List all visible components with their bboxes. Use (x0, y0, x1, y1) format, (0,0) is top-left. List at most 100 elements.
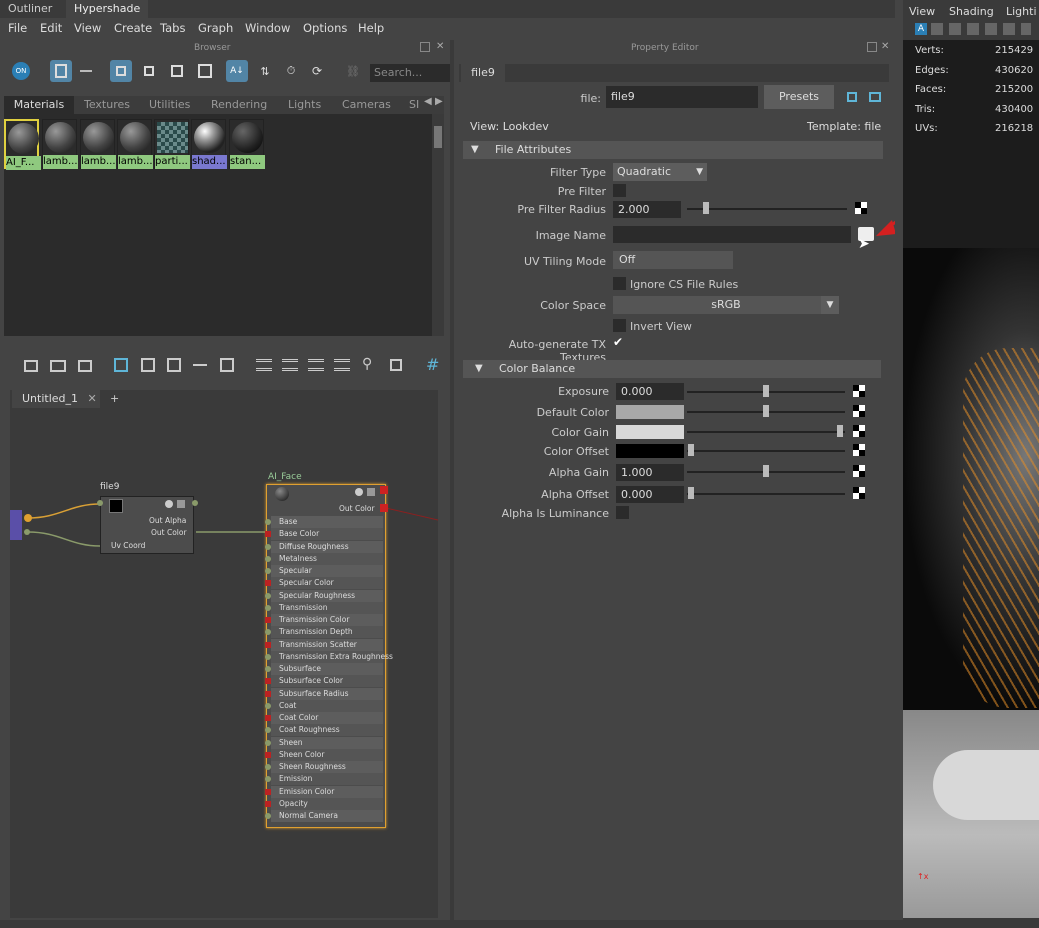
ai-attribute-row[interactable]: Subsurface Color (265, 675, 383, 688)
tab-outliner[interactable]: Outliner (0, 0, 60, 18)
menu-help[interactable]: Help (358, 18, 384, 38)
place2d-out-port[interactable] (24, 514, 32, 522)
attribute-port[interactable] (265, 813, 271, 819)
ai-list-icon[interactable] (367, 488, 375, 496)
copy-tab-icon[interactable] (869, 92, 881, 102)
map-texture-icon[interactable] (853, 465, 865, 477)
attribute-port[interactable] (265, 604, 271, 611)
graph-remove-icon[interactable] (167, 358, 181, 372)
tab-si[interactable]: SI (409, 96, 419, 114)
panel-divider[interactable] (450, 40, 454, 920)
viewport-render[interactable] (903, 248, 1039, 710)
pe-tab-file9[interactable]: file9 (461, 64, 505, 82)
tab-cameras[interactable]: Cameras (342, 96, 391, 114)
menu-create[interactable]: Create (114, 18, 152, 38)
close-icon[interactable]: ✕ (436, 41, 444, 52)
ai-attribute-row[interactable]: Sheen Color (265, 748, 383, 761)
tab-utilities[interactable]: Utilities (149, 96, 190, 114)
viewport-toolbar-a-icon[interactable]: A (915, 23, 927, 35)
ai-attribute-row[interactable]: Coat (265, 699, 383, 712)
file-name-field[interactable]: file9 (606, 86, 758, 108)
tab-materials[interactable]: Materials (4, 96, 74, 114)
exposure-handle[interactable] (763, 385, 769, 397)
swatch-view-icon[interactable] (50, 60, 72, 82)
image-name-field[interactable] (613, 226, 851, 243)
filter-type-dropdown[interactable]: Quadratic ▼ (613, 163, 707, 181)
map-texture-icon[interactable] (853, 385, 865, 397)
ai-attribute-row[interactable]: Coat Color (265, 712, 383, 724)
pre-filter-radius-handle[interactable] (703, 202, 709, 214)
attribute-port[interactable] (265, 727, 271, 734)
map-texture-icon[interactable] (853, 425, 865, 437)
close-tab-icon[interactable]: ✕ (88, 392, 97, 405)
menu-tabs[interactable]: Tabs (160, 18, 185, 38)
pre-filter-checkbox[interactable] (613, 184, 626, 197)
attribute-port[interactable] (265, 519, 271, 525)
color-offset-handle[interactable] (688, 444, 694, 456)
close-icon[interactable]: ✕ (881, 41, 889, 52)
menu-window[interactable]: Window (245, 18, 290, 38)
attribute-port[interactable] (265, 751, 271, 758)
invert-view-checkbox[interactable] (613, 319, 626, 332)
ai-attribute-row[interactable]: Transmission Scatter (265, 638, 383, 651)
tab-left-arrow-icon[interactable]: ◀ (424, 96, 432, 107)
file-node[interactable]: Out Alpha Out Color Uv Coord (100, 496, 194, 554)
ai-attribute-row[interactable]: Specular (265, 565, 383, 577)
ai-attribute-row[interactable]: Metalness (265, 552, 383, 565)
tab-lights[interactable]: Lights (288, 96, 321, 114)
medium-icon-icon[interactable] (138, 60, 160, 82)
attribute-port[interactable] (265, 568, 271, 574)
ignore-cs-checkbox[interactable] (613, 277, 626, 290)
graph-frame-icon[interactable] (24, 360, 38, 372)
menu-edit[interactable]: Edit (40, 18, 62, 38)
material-swatch[interactable]: lamb... (117, 119, 153, 169)
color-offset-slider[interactable] (687, 450, 845, 452)
attribute-port[interactable] (265, 592, 271, 599)
color-offset-swatch[interactable] (616, 444, 684, 458)
graph-snapshot-icon[interactable] (390, 359, 402, 371)
tab-right-arrow-icon[interactable]: ▶ (435, 96, 443, 107)
small-icon-icon[interactable] (110, 60, 132, 82)
alpha-gain-handle[interactable] (763, 465, 769, 477)
file-in-port[interactable] (97, 500, 103, 506)
color-balance-header[interactable]: ▼ Color Balance (463, 360, 881, 378)
material-swatch[interactable]: lamb... (42, 119, 78, 169)
map-texture-icon[interactable] (853, 487, 865, 499)
color-gain-swatch[interactable] (616, 425, 684, 439)
material-swatch[interactable]: shad... (191, 119, 227, 169)
tab-textures[interactable]: Textures (84, 96, 130, 114)
ai-attribute-row[interactable]: Subsurface (265, 663, 383, 675)
list-view-icon[interactable] (80, 70, 92, 72)
attribute-port[interactable] (265, 776, 271, 783)
color-gain-handle[interactable] (837, 425, 843, 437)
attribute-port[interactable] (265, 580, 271, 587)
ai-attribute-row[interactable]: Transmission Extra Roughness (265, 650, 393, 663)
attribute-port[interactable] (265, 666, 271, 672)
attribute-port[interactable] (265, 653, 271, 660)
attribute-port[interactable] (265, 641, 271, 648)
ai-attribute-row[interactable]: Subsurface Radius (265, 687, 383, 700)
new-graph-tab[interactable]: + (110, 390, 119, 408)
graph-simple-icon[interactable] (256, 359, 272, 371)
alpha-luminance-checkbox[interactable] (616, 506, 629, 519)
pre-filter-radius-slider[interactable] (687, 208, 847, 210)
viewport-toolbar-icons[interactable] (931, 23, 1031, 35)
node-mode-icon[interactable] (165, 500, 173, 508)
ai-attribute-row[interactable]: Opacity (265, 797, 383, 810)
ai-attribute-row[interactable]: Transmission Depth (265, 626, 383, 639)
attribute-port[interactable] (265, 715, 271, 721)
viewport-menu-view[interactable]: View (909, 5, 935, 18)
attribute-port[interactable] (265, 800, 271, 807)
attribute-port[interactable] (265, 629, 271, 636)
graph-custom-icon[interactable] (334, 359, 350, 371)
attribute-port[interactable] (265, 678, 271, 685)
place2d-uv-port[interactable] (24, 529, 30, 535)
map-texture-icon[interactable] (853, 444, 865, 456)
attribute-port[interactable] (265, 617, 271, 623)
ai-attribute-row[interactable]: Base Color (265, 528, 383, 541)
alpha-offset-handle[interactable] (688, 487, 694, 499)
material-swatch[interactable]: lamb... (80, 119, 116, 169)
viewport-divider[interactable] (895, 0, 903, 928)
ai-attribute-row[interactable]: Coat Roughness (265, 724, 383, 737)
ai-attribute-row[interactable]: Diffuse Roughness (265, 540, 383, 553)
